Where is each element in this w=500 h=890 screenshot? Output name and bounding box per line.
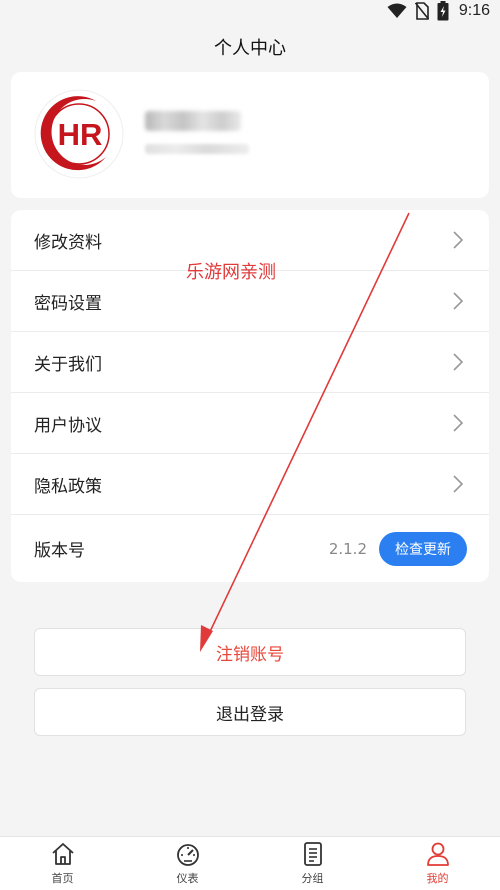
chevron-right-icon [453,475,464,493]
menu-item-label: 隐私政策 [34,476,102,497]
status-bar: 9:16 [0,0,500,22]
avatar-logo-text: HR [58,117,103,152]
chevron-right-icon [453,231,464,249]
logout-button[interactable]: 退出登录 [34,688,466,736]
check-update-button[interactable]: 检查更新 [379,531,467,566]
menu-item-label: 关于我们 [34,354,102,375]
tab-mine[interactable]: 我的 [375,837,500,890]
menu-item-label: 用户协议 [34,415,102,436]
profile-name-redacted [145,111,241,131]
tab-label: 仪表 [176,872,199,885]
menu-item-privacy-policy[interactable]: 隐私政策 [11,454,489,515]
home-icon [51,843,74,865]
profile-subtitle-redacted [145,144,249,154]
version-label: 版本号 [34,541,85,561]
tab-groups[interactable]: 分组 [250,837,375,890]
tab-home[interactable]: 首页 [0,837,125,890]
tab-label: 首页 [51,872,74,885]
chevron-right-icon [453,414,464,432]
menu-item-label: 密码设置 [34,293,102,314]
avatar[interactable]: HR [34,89,124,179]
no-sim-icon [414,2,429,20]
version-value: 2.1.2 [328,539,367,558]
version-row: 版本号 2.1.2 检查更新 [11,515,489,582]
person-icon [426,842,449,866]
page-title: 个人中心 [214,38,286,59]
chevron-right-icon [453,353,464,371]
menu-item-user-agreement[interactable]: 用户协议 [11,393,489,454]
bottom-tab-bar: 首页 仪表 分组 我的 [0,836,500,890]
menu-item-about-us[interactable]: 关于我们 [11,332,489,393]
status-time: 9:16 [458,2,490,19]
tab-label: 我的 [426,872,449,885]
chevron-right-icon [453,292,464,310]
document-icon [303,842,322,866]
wifi-icon [387,3,407,18]
menu-item-label: 修改资料 [34,232,102,253]
version-right: 2.1.2 检查更新 [328,531,467,566]
delete-account-button[interactable]: 注销账号 [34,628,466,676]
battery-icon [437,1,449,21]
profile-card[interactable]: HR [11,72,489,198]
tab-dashboard[interactable]: 仪表 [125,837,250,890]
tab-label: 分组 [301,872,324,885]
gauge-icon [176,844,199,866]
watermark-text: 乐游网亲测 [186,262,276,283]
